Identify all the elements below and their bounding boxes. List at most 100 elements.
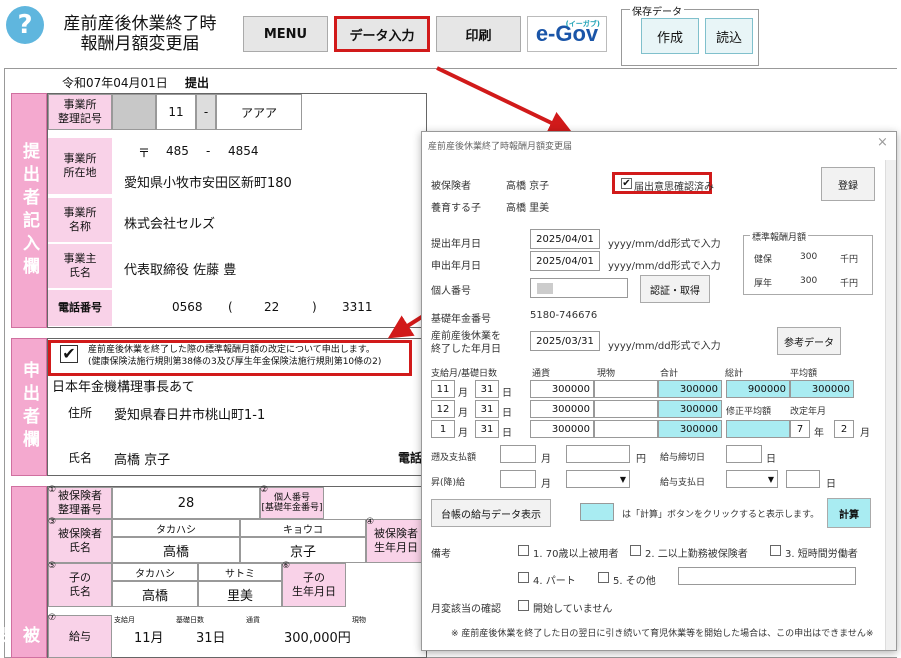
cutoff-input[interactable] — [726, 445, 762, 463]
raise-select[interactable]: ▼ — [566, 470, 630, 488]
ledger-button[interactable]: 台帳の給与データ表示 — [431, 499, 551, 527]
row1-day-unit: 日 — [502, 388, 512, 399]
calc-button[interactable]: 計算 — [827, 498, 871, 528]
row2-cash[interactable]: 300000 — [530, 400, 594, 418]
mynum-dialog-label: 個人番号 — [431, 286, 471, 297]
rem2-checkbox[interactable] — [630, 545, 641, 556]
col-total: 合計 — [660, 369, 679, 379]
rem5-checkbox[interactable] — [598, 572, 609, 583]
revised-year-month[interactable]: 2 — [834, 420, 854, 438]
revised-month-label: 改定年月 — [790, 407, 827, 417]
row1-total: 300000 — [658, 380, 722, 398]
pension-no-label: 基礎年金番号 — [431, 314, 491, 325]
dialog-scrollbar[interactable] — [885, 160, 896, 650]
std-pension-label: 厚年 — [754, 279, 773, 289]
rem3-checkbox[interactable] — [770, 545, 781, 556]
register-button[interactable]: 登録 — [821, 167, 875, 201]
submit-date-input[interactable]: 2025/04/01 — [530, 229, 600, 249]
std-pension-unit: 千円 — [840, 279, 859, 289]
row2-days[interactable]: 31 — [475, 400, 499, 418]
apply-date-input[interactable]: 2025/04/01 — [530, 251, 600, 271]
revised-avg-label: 修正平均額 — [726, 407, 772, 417]
retro-label: 遡及支払額 — [431, 453, 477, 463]
row2-goods[interactable] — [594, 400, 658, 418]
rem4-checkbox[interactable] — [518, 572, 529, 583]
revised-month[interactable]: 7 — [790, 420, 810, 438]
col-avg: 平均額 — [790, 369, 818, 379]
retro-yen-unit: 円 — [636, 454, 646, 465]
row1-days[interactable]: 31 — [475, 380, 499, 398]
row2-month-unit: 月 — [458, 408, 468, 419]
dialog-title: 産前産後休業終了時報酬月額変更届 — [428, 142, 573, 152]
mynum-input[interactable] — [530, 278, 628, 298]
std-health-unit: 千円 — [840, 255, 859, 265]
row3-month-unit: 月 — [458, 428, 468, 439]
row2-month[interactable]: 12 — [431, 400, 455, 418]
payday-label: 給与支払日 — [660, 478, 706, 488]
date-hint-1: yyyy/mm/dd形式で入力 — [608, 239, 721, 250]
cutoff-unit: 日 — [766, 454, 776, 465]
revised-month-unit: 月 — [860, 428, 870, 439]
rem5-label: 5. その他 — [613, 576, 656, 587]
retro-amount-input[interactable] — [566, 445, 630, 463]
row2-total: 300000 — [658, 400, 722, 418]
rem1-checkbox[interactable] — [518, 545, 529, 556]
verify-button[interactable]: 認証・取得 — [640, 275, 710, 303]
col-sum: 総計 — [725, 369, 744, 379]
row1-cash[interactable]: 300000 — [530, 380, 594, 398]
other-input[interactable] — [678, 567, 856, 585]
std-group-label: 標準報酬月額 — [750, 230, 809, 243]
row1-month[interactable]: 11 — [431, 380, 455, 398]
date-hint-2: yyyy/mm/dd形式で入力 — [608, 261, 721, 272]
raise-label: 昇(降)給 — [431, 478, 466, 488]
monthly-change-option: 開始していません — [533, 604, 613, 615]
retro-month-unit: 月 — [541, 454, 551, 465]
submit-date-label: 提出年月日 — [431, 239, 481, 250]
retro-month-input[interactable] — [500, 445, 536, 463]
cutoff-label: 給与締切日 — [660, 453, 706, 463]
col-cash: 通貨 — [532, 369, 551, 379]
payday-unit: 日 — [826, 479, 836, 490]
average: 300000 — [790, 380, 854, 398]
confirm-checkbox[interactable]: ✔ — [621, 178, 632, 189]
revised-avg — [726, 420, 790, 438]
child-name-value: 高橋 里美 — [506, 203, 550, 214]
calc-sample-box — [580, 503, 614, 521]
row3-total: 300000 — [658, 420, 722, 438]
col-paymonth: 支給月/基礎日数 — [431, 369, 498, 379]
raise-month-unit: 月 — [541, 479, 551, 490]
payday-input[interactable] — [786, 470, 820, 488]
rem1-label: 1. 70歳以上被用者 — [533, 549, 619, 560]
raise-month-input[interactable] — [500, 470, 536, 488]
insured-name-value: 高橋 京子 — [506, 181, 550, 192]
dialog-footnote: ※ 産前産後休業を終了した日の翌日に引き続いて育児休業等を開始した場合は、この申… — [451, 629, 874, 639]
revised-year-unit: 年 — [814, 428, 824, 439]
row1-month-unit: 月 — [458, 388, 468, 399]
rem3-label: 3. 短時間労働者 — [785, 549, 858, 560]
grand-total: 900000 — [726, 380, 790, 398]
child-label: 養育する子 — [431, 203, 481, 214]
end-date-label-1: 産前産後休業を — [431, 331, 501, 342]
payday-select[interactable]: ▼ — [726, 470, 778, 488]
std-health-val: 300 — [800, 252, 818, 262]
close-icon[interactable]: × — [877, 135, 888, 150]
row1-goods[interactable] — [594, 380, 658, 398]
rem4-label: 4. パート — [533, 576, 576, 587]
row2-day-unit: 日 — [502, 408, 512, 419]
end-date-input[interactable]: 2025/03/31 — [530, 331, 600, 351]
col-goods: 現物 — [597, 369, 616, 379]
row3-cash[interactable]: 300000 — [530, 420, 594, 438]
pension-no-value: 5180-746676 — [530, 310, 598, 321]
monthly-change-checkbox[interactable] — [518, 600, 529, 611]
row3-days[interactable]: 31 — [475, 420, 499, 438]
row3-goods[interactable] — [594, 420, 658, 438]
row3-day-unit: 日 — [502, 428, 512, 439]
row3-month[interactable]: 1 — [431, 420, 455, 438]
chevron-down-icon: ▼ — [619, 474, 626, 484]
ref-data-button[interactable]: 参考データ — [777, 327, 841, 355]
monthly-change-label: 月変該当の確認 — [431, 604, 501, 615]
chevron-down-icon: ▼ — [767, 474, 774, 484]
rem2-label: 2. 二以上勤務被保険者 — [645, 549, 748, 560]
std-health-label: 健保 — [754, 255, 773, 265]
calc-hint: は「計算」ボタンをクリックすると表示します。 — [622, 510, 820, 520]
